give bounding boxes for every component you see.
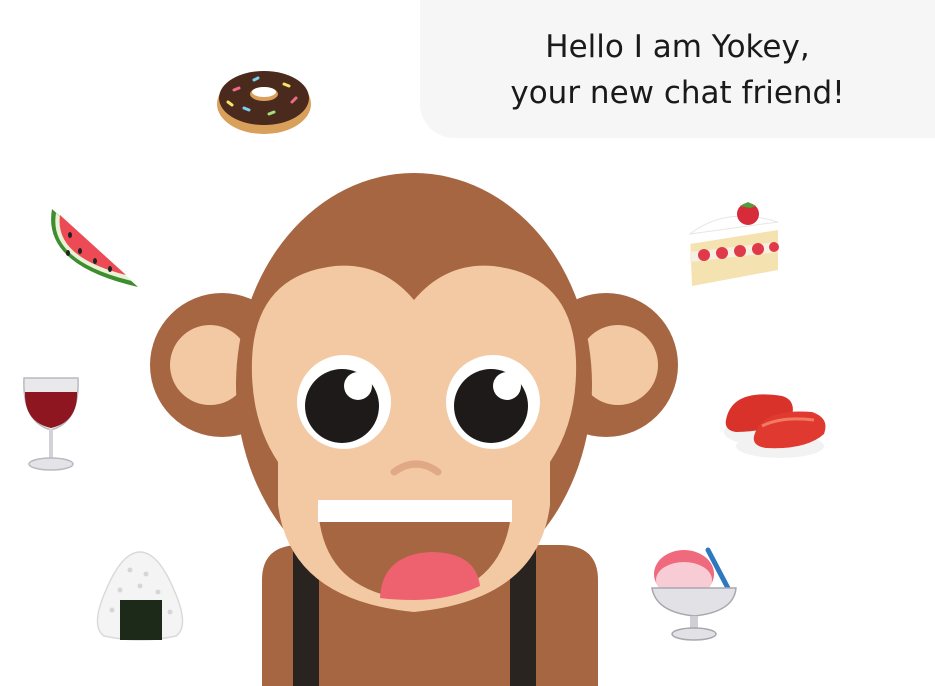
rice-ball-icon: [96, 551, 184, 641]
donut-icon: [217, 71, 311, 134]
shaved-ice-icon: [651, 547, 737, 641]
right-eye-shine: [493, 372, 521, 400]
watermelon-icon: [51, 209, 138, 287]
sushi-icon: [724, 394, 826, 458]
wine-glass-icon: [23, 377, 79, 471]
monkey-teeth: [318, 500, 512, 522]
left-eye-shine: [344, 372, 372, 400]
shortcake-icon: [688, 202, 779, 286]
